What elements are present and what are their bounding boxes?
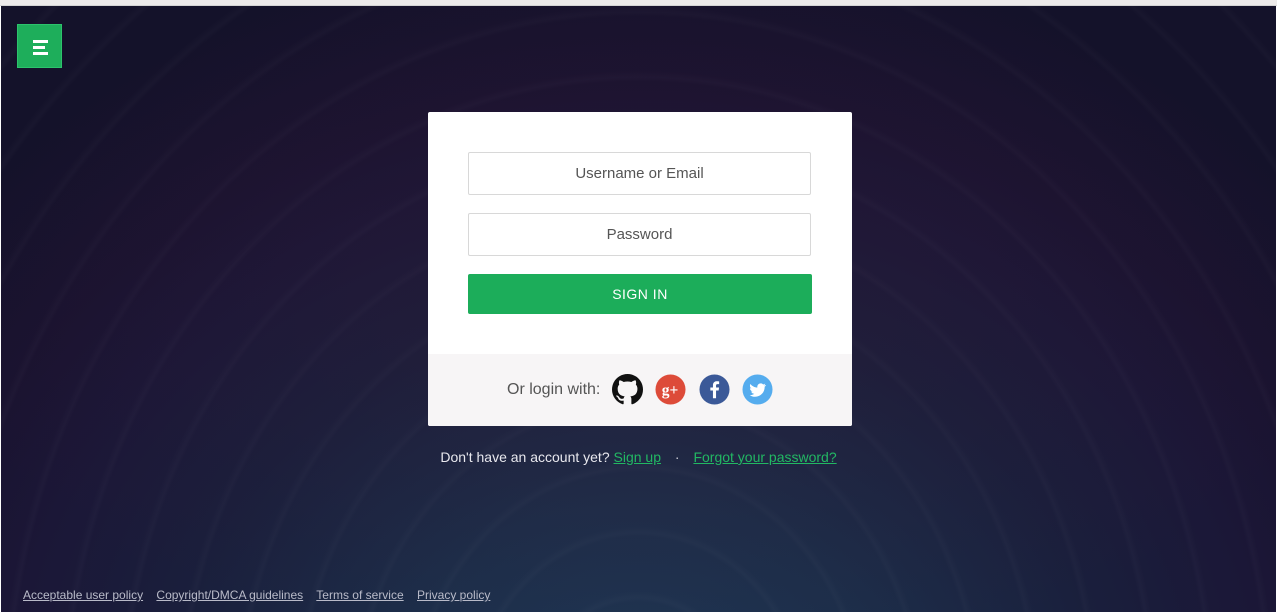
twitter-icon[interactable] xyxy=(742,374,773,405)
no-account-text: Don't have an account yet? xyxy=(440,449,610,465)
username-input[interactable] xyxy=(468,152,811,195)
facebook-icon[interactable] xyxy=(699,374,730,405)
github-icon[interactable] xyxy=(612,374,643,405)
account-links: Don't have an account yet? Sign up · For… xyxy=(1,449,1276,465)
separator-dot: · xyxy=(674,449,680,465)
password-input[interactable] xyxy=(468,213,811,256)
google-plus-icon[interactable]: g+ xyxy=(655,374,686,405)
logo-bar xyxy=(33,40,48,43)
svg-text:g+: g+ xyxy=(662,382,679,399)
footer-links: Acceptable user policy Copyright/DMCA gu… xyxy=(23,588,500,602)
forgot-password-link[interactable]: Forgot your password? xyxy=(693,449,836,465)
sign-in-button[interactable]: SIGN IN xyxy=(468,274,812,314)
footer-link-privacy[interactable]: Privacy policy xyxy=(417,588,490,602)
logo-bar xyxy=(33,52,48,55)
footer-link-dmca[interactable]: Copyright/DMCA guidelines xyxy=(156,588,303,602)
logo-bar xyxy=(33,46,45,49)
social-login-strip: Or login with: g+ xyxy=(428,354,852,426)
footer-link-acceptable-use[interactable]: Acceptable user policy xyxy=(23,588,143,602)
app-logo-icon[interactable] xyxy=(17,24,62,68)
sign-up-link[interactable]: Sign up xyxy=(614,449,661,465)
social-login-label: Or login with: xyxy=(507,381,601,398)
login-page-background: SIGN IN Or login with: g+ Don't have an … xyxy=(1,6,1276,612)
login-card: SIGN IN Or login with: g+ xyxy=(428,112,852,426)
footer-link-terms[interactable]: Terms of service xyxy=(316,588,403,602)
